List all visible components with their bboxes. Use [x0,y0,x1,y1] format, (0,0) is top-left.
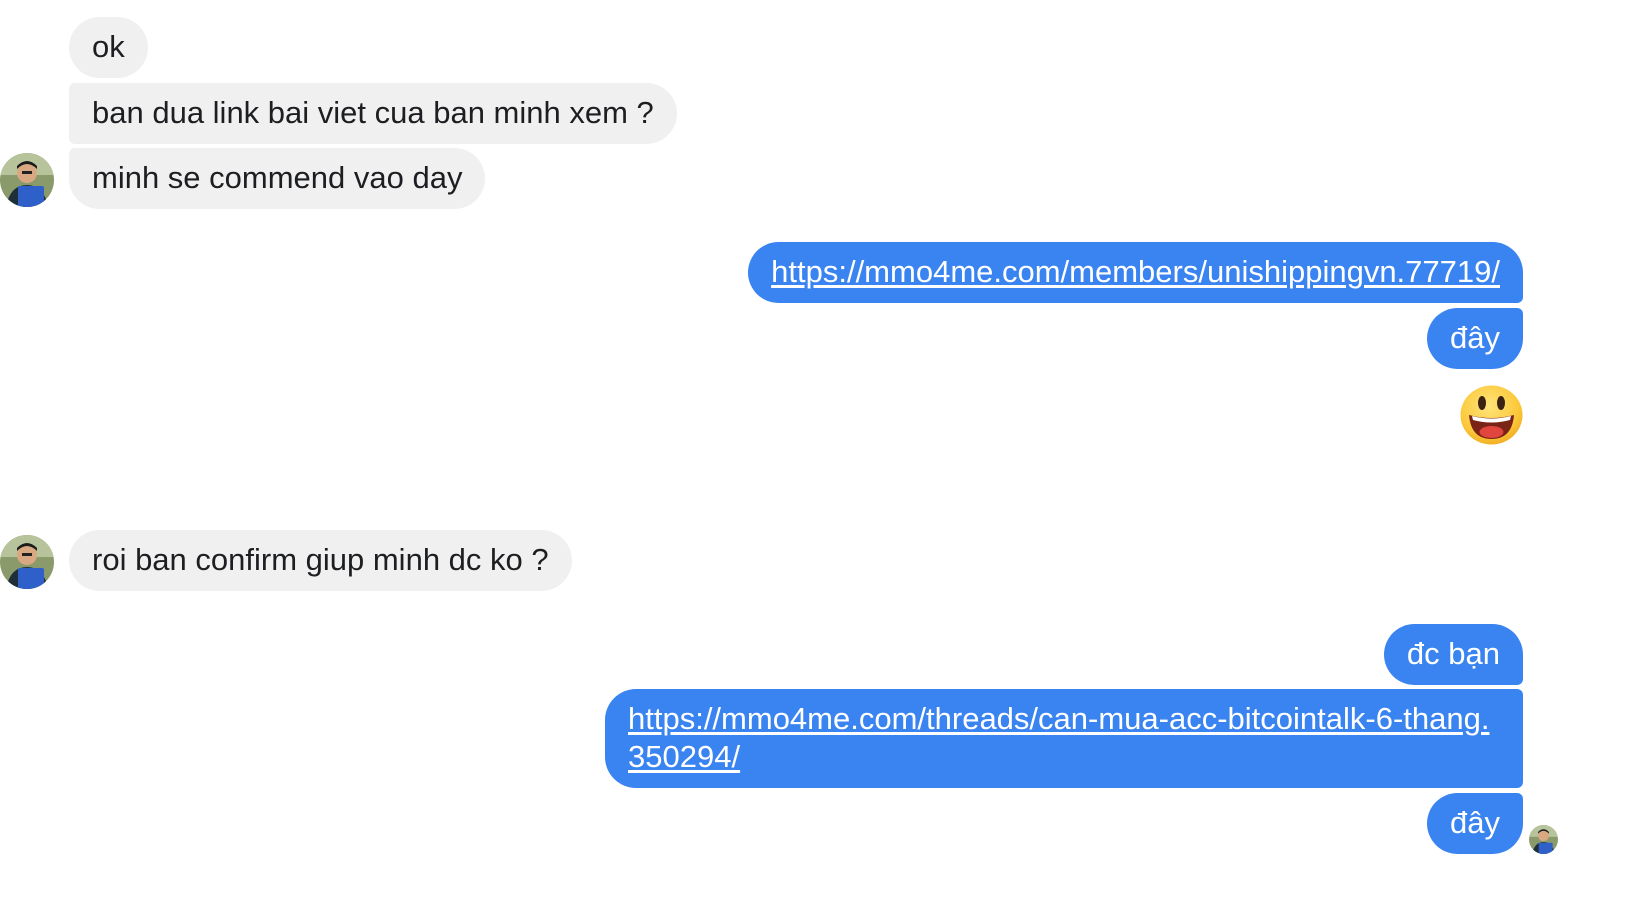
message-bubble-incoming[interactable]: ban dua link bai viet cua ban minh xem ? [69,83,677,144]
message-bubble-incoming[interactable]: ok [69,17,148,78]
avatar-image [1529,825,1558,854]
message-bubble-outgoing[interactable]: https://mmo4me.com/members/unishippingvn… [748,242,1523,303]
message-text: ban dua link bai viet cua ban minh xem ? [92,95,654,130]
grinning-face-emoji-icon[interactable] [1460,385,1523,445]
message-bubble-outgoing[interactable]: https://mmo4me.com/threads/can-mua-acc-b… [605,689,1523,788]
contact-avatar[interactable] [0,535,54,589]
message-text: đc bạn [1406,636,1500,671]
seen-receipt-avatar [1529,825,1558,854]
contact-avatar[interactable] [0,153,54,207]
message-text: đây [1450,320,1500,355]
message-text: minh se commend vao day [92,160,463,195]
message-bubble-outgoing[interactable]: đây [1427,308,1523,369]
message-bubble-incoming[interactable]: roi ban confirm giup minh dc ko ? [69,530,572,591]
message-bubble-incoming[interactable]: minh se commend vao day [69,148,486,209]
avatar-image [0,535,54,589]
avatar-image [0,153,54,207]
message-bubble-outgoing[interactable]: đây [1427,793,1523,854]
message-text: roi ban confirm giup minh dc ko ? [92,542,549,577]
message-text: ok [92,29,125,64]
message-bubble-outgoing[interactable]: đc bạn [1383,624,1523,685]
message-link[interactable]: https://mmo4me.com/threads/can-mua-acc-b… [628,701,1489,774]
message-link[interactable]: https://mmo4me.com/members/unishippingvn… [771,254,1500,289]
message-text: đây [1450,805,1500,840]
